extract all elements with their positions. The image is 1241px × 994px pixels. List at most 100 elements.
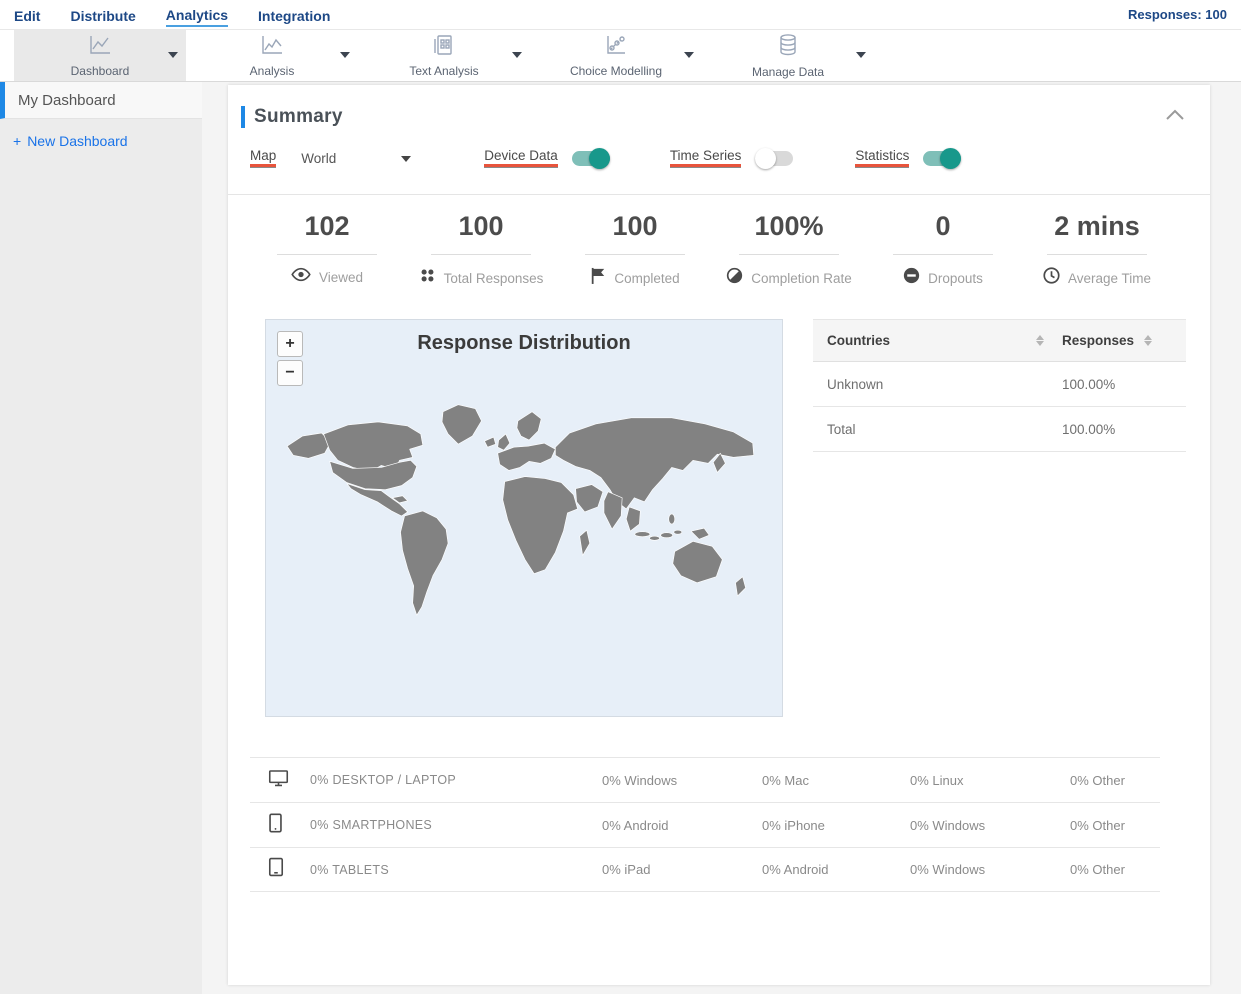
stat-label: Completion Rate bbox=[751, 270, 852, 286]
sort-icon[interactable] bbox=[1036, 335, 1044, 346]
dashboard-sidebar: My Dashboard + New Dashboard bbox=[0, 82, 202, 994]
response-distribution-map-panel: Response Distribution + − bbox=[265, 319, 783, 717]
stat-value: 2 mins bbox=[1054, 211, 1140, 241]
new-dashboard-button[interactable]: + New Dashboard bbox=[13, 133, 202, 149]
new-dashboard-label: New Dashboard bbox=[27, 133, 128, 149]
desktop-icon bbox=[268, 769, 310, 792]
device-value: 0% iPad bbox=[602, 862, 651, 877]
chevron-down-icon[interactable] bbox=[340, 52, 350, 58]
sort-icon[interactable] bbox=[1144, 335, 1153, 346]
statistics-label: Statistics bbox=[855, 148, 910, 169]
title-accent-bar bbox=[241, 106, 245, 128]
stat-viewed: 102 Viewed bbox=[250, 211, 404, 289]
tab-manage-data[interactable]: Manage Data bbox=[702, 30, 874, 81]
stat-label: Average Time bbox=[1067, 270, 1152, 286]
chevron-down-icon[interactable] bbox=[684, 52, 694, 58]
analytics-toolbar: Dashboard Analysis Text Analysis Choice … bbox=[0, 30, 1241, 82]
tab-dashboard[interactable]: Dashboard bbox=[14, 30, 186, 81]
minus-circle-icon bbox=[903, 267, 920, 289]
countries-column-header[interactable]: Countries bbox=[827, 333, 890, 348]
stat-label: Viewed bbox=[318, 269, 364, 285]
tab-label: Manage Data bbox=[751, 64, 825, 79]
nav-item-distribute[interactable]: Distribute bbox=[70, 4, 135, 26]
chevron-down-icon bbox=[401, 155, 412, 162]
tab-label: Dashboard bbox=[70, 63, 130, 78]
top-nav: Edit Distribute Analytics Integration Re… bbox=[0, 0, 1241, 30]
eye-icon bbox=[291, 267, 311, 287]
device-value: 0% iPhone bbox=[762, 817, 825, 833]
map-zoom-in-button[interactable]: + bbox=[277, 331, 303, 357]
sidebar-item-label: My Dashboard bbox=[18, 91, 116, 109]
device-value: 0% Other bbox=[1070, 772, 1125, 788]
stat-dropouts: 0 Dropouts bbox=[866, 211, 1020, 289]
database-icon bbox=[776, 33, 800, 62]
stat-completed: 100 Completed bbox=[558, 211, 712, 289]
tab-text-analysis[interactable]: Text Analysis bbox=[358, 30, 530, 81]
summary-title: Summary bbox=[254, 106, 343, 127]
tab-label: Text Analysis bbox=[409, 63, 479, 78]
stat-value: 0 bbox=[935, 211, 951, 241]
chevron-down-icon[interactable] bbox=[168, 52, 178, 58]
statistics-toggle[interactable] bbox=[923, 148, 962, 169]
stat-label: Completed bbox=[614, 270, 680, 286]
tab-label: Analysis bbox=[249, 63, 295, 78]
dots-grid-icon bbox=[419, 267, 436, 289]
countries-table: Countries Responses Unknown 100.00% Tota… bbox=[813, 319, 1186, 717]
device-data-toggle[interactable] bbox=[571, 148, 610, 169]
sidebar-item-my-dashboard[interactable]: My Dashboard bbox=[0, 82, 202, 119]
scatter-chart-icon bbox=[604, 34, 628, 61]
main-content: Summary Map World Device Data Time Serie… bbox=[202, 82, 1241, 994]
device-row-smartphones: 0% SMARTPHONES 0% Android 0% iPhone 0% W… bbox=[250, 802, 1160, 847]
chevron-down-icon[interactable] bbox=[512, 52, 522, 58]
summary-controls: Map World Device Data Time Series Statis… bbox=[228, 148, 1210, 169]
device-value: 0% Windows bbox=[910, 862, 986, 877]
nav-item-edit[interactable]: Edit bbox=[14, 4, 40, 26]
table-row: Unknown 100.00% bbox=[813, 362, 1186, 407]
stat-label: Total Responses bbox=[443, 270, 544, 286]
responses-count: Responses: 100 bbox=[1128, 7, 1227, 22]
device-label: 0% SMARTPHONES bbox=[310, 818, 433, 832]
country-name: Unknown bbox=[827, 376, 884, 392]
device-value: 0% Mac bbox=[762, 772, 809, 788]
responses-column-header[interactable]: Responses bbox=[1062, 333, 1134, 348]
toggle-knob bbox=[588, 148, 610, 169]
device-data-table: 0% DESKTOP / LAPTOP 0% Windows 0% Mac 0%… bbox=[250, 757, 1160, 892]
stat-value: 102 bbox=[304, 211, 350, 241]
tab-label: Choice Modelling bbox=[569, 63, 663, 78]
plus-icon: + bbox=[13, 133, 22, 149]
chevron-down-icon[interactable] bbox=[856, 52, 866, 58]
collapse-chevron-up-icon[interactable] bbox=[1164, 108, 1186, 127]
nav-item-analytics[interactable]: Analytics bbox=[165, 3, 229, 27]
device-value: 0% Windows bbox=[602, 772, 678, 788]
time-series-toggle[interactable] bbox=[755, 148, 794, 169]
device-data-label: Device Data bbox=[484, 148, 558, 169]
clock-icon bbox=[1043, 267, 1060, 289]
time-series-label: Time Series bbox=[669, 148, 741, 169]
map-title: Response Distribution bbox=[417, 332, 631, 354]
half-circle-icon bbox=[726, 267, 743, 289]
map-region-value: World bbox=[301, 151, 337, 166]
device-label: 0% TABLETS bbox=[310, 862, 389, 877]
stat-value: 100 bbox=[612, 211, 658, 241]
country-name: Total bbox=[827, 421, 856, 437]
country-responses: 100.00% bbox=[1062, 421, 1116, 437]
map-region-dropdown[interactable]: World bbox=[301, 151, 412, 166]
stat-value: 100% bbox=[754, 211, 824, 241]
stat-label: Dropouts bbox=[928, 270, 983, 286]
line-chart-icon bbox=[259, 34, 285, 61]
world-map[interactable] bbox=[272, 378, 778, 656]
device-value: 0% Other bbox=[1070, 862, 1125, 877]
device-row-tablets: 0% TABLETS 0% iPad 0% Android 0% Windows… bbox=[250, 847, 1160, 892]
tab-analysis[interactable]: Analysis bbox=[186, 30, 358, 81]
device-label: 0% DESKTOP / LAPTOP bbox=[310, 773, 457, 787]
toggle-knob bbox=[755, 148, 777, 169]
table-row: Total 100.00% bbox=[813, 407, 1186, 452]
stat-value: 100 bbox=[458, 211, 504, 241]
stat-completion-rate: 100% Completion Rate bbox=[712, 211, 866, 289]
document-grid-icon bbox=[433, 34, 455, 61]
tab-choice-modelling[interactable]: Choice Modelling bbox=[530, 30, 702, 81]
device-value: 0% Linux bbox=[910, 772, 964, 788]
nav-item-integration[interactable]: Integration bbox=[258, 4, 330, 26]
tablet-icon bbox=[268, 857, 310, 882]
device-value: 0% Android bbox=[762, 862, 829, 877]
